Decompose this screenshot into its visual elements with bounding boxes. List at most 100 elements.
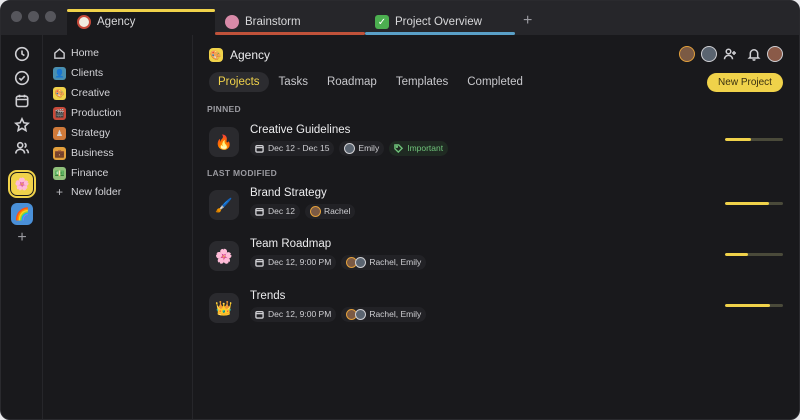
sidebar-item-label: Production [71,107,122,119]
tab-projects[interactable]: Projects [209,72,269,92]
finance-icon: 💵 [53,166,66,180]
add-user-icon[interactable] [723,47,737,61]
avatar[interactable] [679,46,695,62]
user-avatar[interactable] [767,46,783,62]
progress-fill [725,202,769,205]
tab-label: Brainstorm [245,16,301,28]
sidebar: Home 👤 Clients 🎨 Creative 🎬 Production ♟… [43,35,193,419]
calendar-icon [255,144,264,153]
sidebar-item-new-folder[interactable]: + New folder [53,183,121,201]
check-icon: ✓ [375,15,389,29]
avatar [344,142,356,154]
tab-brainstorm[interactable]: Brainstorm [215,9,365,35]
close-window-button[interactable] [11,11,22,22]
project-title: Trends [250,290,286,302]
tab-agency-indicator [67,9,215,12]
assignee-chip[interactable]: Rachel, Emily [341,306,427,322]
progress-bar [725,304,783,307]
flower-icon: 🌸 [209,241,239,271]
tab-label: Agency [97,16,136,28]
progress-fill [725,304,771,307]
sidebar-item-creative[interactable]: 🎨 Creative [53,84,110,102]
tab-roadmap[interactable]: Roadmap [318,72,386,92]
project-date: Dec 12 [268,206,295,216]
date-chip[interactable]: Dec 12, 9:00 PM [250,254,337,270]
sidebar-item-home[interactable]: Home [53,44,99,62]
sidebar-item-clients[interactable]: 👤 Clients [53,64,103,82]
avatar[interactable] [701,46,717,62]
agency-icon [77,15,91,29]
avatar [309,205,321,217]
assignee-chip[interactable]: Rachel [304,203,356,219]
project-assignees: Emily [358,143,380,153]
project-meta: Dec 12 - Dec 15 Emily Important [250,140,449,156]
star-icon[interactable] [13,116,31,133]
header-actions [679,46,783,62]
progress-bar [725,202,783,205]
project-title: Brand Strategy [250,187,327,199]
check-circle-icon[interactable] [14,70,30,86]
tag-icon [394,143,404,153]
workspace-rainbow-button[interactable]: 🌈 [11,203,33,225]
project-row[interactable]: 👑 Trends Dec 12, 9:00 PM Rachel, Emily [209,290,783,330]
bell-icon[interactable] [747,47,761,61]
tab-completed[interactable]: Completed [458,72,532,92]
new-project-button[interactable]: New Project [707,73,783,92]
workspace-agency-button[interactable]: 🌸 [8,170,36,198]
add-workspace-button[interactable]: + [14,230,30,246]
project-meta: Dec 12, 9:00 PM Rachel, Emily [250,306,427,322]
icon-rail: 🌸 🌈 + [1,35,43,419]
progress-bar [725,138,783,141]
date-chip[interactable]: Dec 12, 9:00 PM [250,306,337,322]
calendar-icon [255,258,264,267]
project-title: Team Roadmap [250,238,332,250]
calendar-icon[interactable] [14,93,30,109]
sidebar-item-finance[interactable]: 💵 Finance [53,164,108,182]
date-chip[interactable]: Dec 12 - Dec 15 [250,140,335,156]
business-icon: 💼 [53,146,66,160]
project-title: Creative Guidelines [250,124,351,136]
page-title: Agency [230,48,271,62]
project-row[interactable]: 🖌️ Brand Strategy Dec 12 Rachel [209,187,783,227]
main-panel: 🎨 Agency Projects Tasks Roadmap Template… [193,35,799,419]
progress-fill [725,253,749,256]
tab-agency[interactable]: Agency [67,9,215,35]
maximize-window-button[interactable] [45,11,56,22]
assignee-chip[interactable]: Emily [339,140,385,156]
project-assignees: Rachel, Emily [369,309,422,319]
project-tabs: Projects Tasks Roadmap Templates Complet… [209,72,533,92]
calendar-icon [255,207,264,216]
assignee-chip[interactable]: Rachel, Emily [341,254,427,270]
minimize-window-button[interactable] [28,11,39,22]
project-date: Dec 12, 9:00 PM [268,309,332,319]
clock-icon[interactable] [14,46,30,62]
sidebar-item-label: Business [71,147,114,159]
project-row[interactable]: 🔥 Creative Guidelines Dec 12 - Dec 15 Em… [209,124,783,164]
fire-icon: 🔥 [209,127,239,157]
section-last-modified: LAST MODIFIED [207,168,278,178]
project-row[interactable]: 🌸 Team Roadmap Dec 12, 9:00 PM Rachel, E… [209,238,783,278]
tab-templates[interactable]: Templates [387,72,457,92]
sidebar-item-strategy[interactable]: ♟ Strategy [53,124,110,142]
sidebar-item-label: New folder [71,186,122,198]
rainbow-icon: 🌈 [14,207,30,221]
calendar-icon [255,310,264,319]
sidebar-item-production[interactable]: 🎬 Production [53,104,121,122]
new-tab-button[interactable]: + [523,13,532,29]
project-meta: Dec 12, 9:00 PM Rachel, Emily [250,254,427,270]
project-date: Dec 12, 9:00 PM [268,257,332,267]
clients-icon: 👤 [53,66,66,80]
sidebar-item-label: Clients [71,67,104,79]
tag-chip[interactable]: Important [389,140,449,156]
people-icon[interactable] [14,140,30,156]
flower-icon: 🌸 [14,177,30,191]
date-chip[interactable]: Dec 12 [250,203,300,219]
tab-tasks[interactable]: Tasks [270,72,317,92]
sidebar-item-business[interactable]: 💼 Business [53,144,114,162]
sidebar-item-label: Home [71,47,100,59]
tab-project-overview[interactable]: ✓ Project Overview [365,9,515,35]
project-assignees: Rachel, Emily [369,257,422,267]
window-controls [11,11,56,22]
agency-badge-icon: 🎨 [209,48,223,62]
section-pinned: PINNED [207,104,241,114]
